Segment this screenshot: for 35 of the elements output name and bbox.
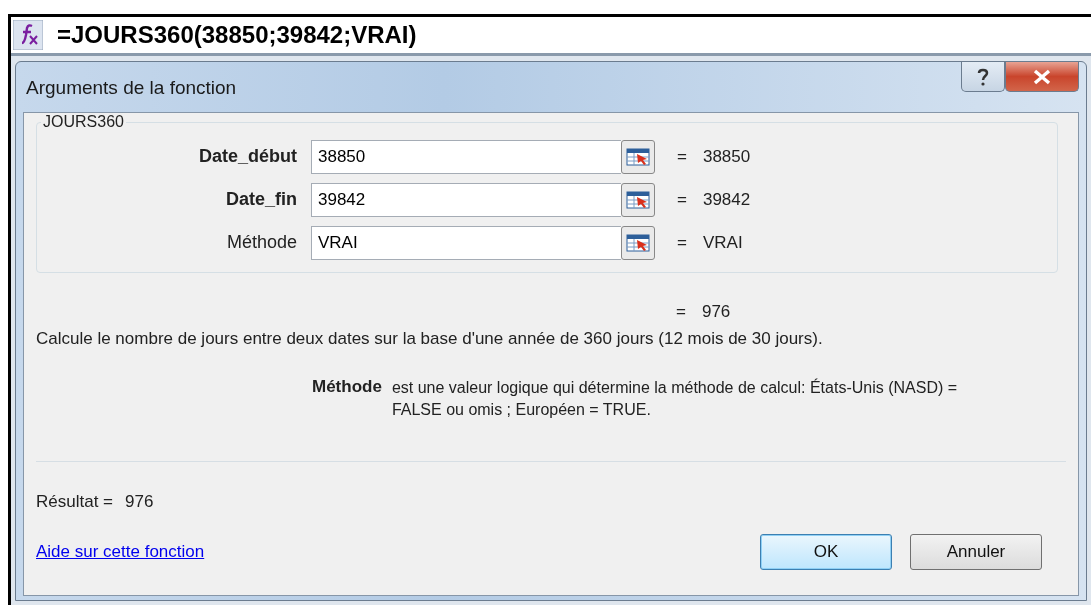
collapse-dialog-button[interactable] [621, 139, 655, 174]
argument-field[interactable]: 38850 [311, 139, 621, 174]
argument-description: est une valeur logique qui détermine la méthode de calcul: États-Unis (NASD) = FALSE ou omis ; Européen = TRUE. [391, 377, 959, 420]
range-select-icon [626, 190, 650, 209]
equals-sign: = [677, 146, 687, 167]
group-legend: JOURS360 [41, 113, 126, 131]
equals-sign: = [677, 232, 687, 253]
dialog-title: Arguments de la fonction [26, 77, 237, 99]
range-select-icon [626, 233, 650, 252]
result-value: 976 [125, 492, 154, 512]
close-icon [1032, 68, 1052, 85]
function-description: Calcule le nombre de jours entre deux dates sur la base d'une année de 360 jours (12 mois de 30 jours). [36, 329, 824, 349]
argument-field[interactable]: 39842 [311, 182, 621, 217]
collapse-dialog-button[interactable] [621, 182, 655, 217]
argument-label: Date_début [198, 146, 297, 167]
equals-sign: = [677, 189, 687, 210]
argument-name: Méthode [312, 377, 382, 398]
question-mark-icon [976, 66, 990, 87]
argument-field[interactable]: VRAI [311, 225, 621, 260]
argument-label: Méthode [225, 232, 297, 253]
argument-value: 38850 [702, 146, 751, 167]
argument-label: Date_fin [225, 189, 297, 210]
collapse-dialog-button[interactable] [621, 225, 655, 260]
close-button[interactable] [1005, 62, 1079, 92]
function-result: 976 [701, 302, 731, 322]
cancel-button[interactable]: Annuler [910, 534, 1042, 570]
result-label: Résultat = [36, 492, 113, 512]
argument-value: VRAI [702, 232, 743, 253]
help-link[interactable]: Aide sur cette fonction [36, 542, 205, 562]
help-button[interactable] [961, 62, 1005, 92]
function-icon[interactable] [13, 20, 43, 50]
range-select-icon [626, 147, 650, 166]
ok-button[interactable]: OK [760, 534, 892, 570]
argument-value: 39842 [702, 189, 751, 210]
equals-sign: = [676, 302, 686, 322]
